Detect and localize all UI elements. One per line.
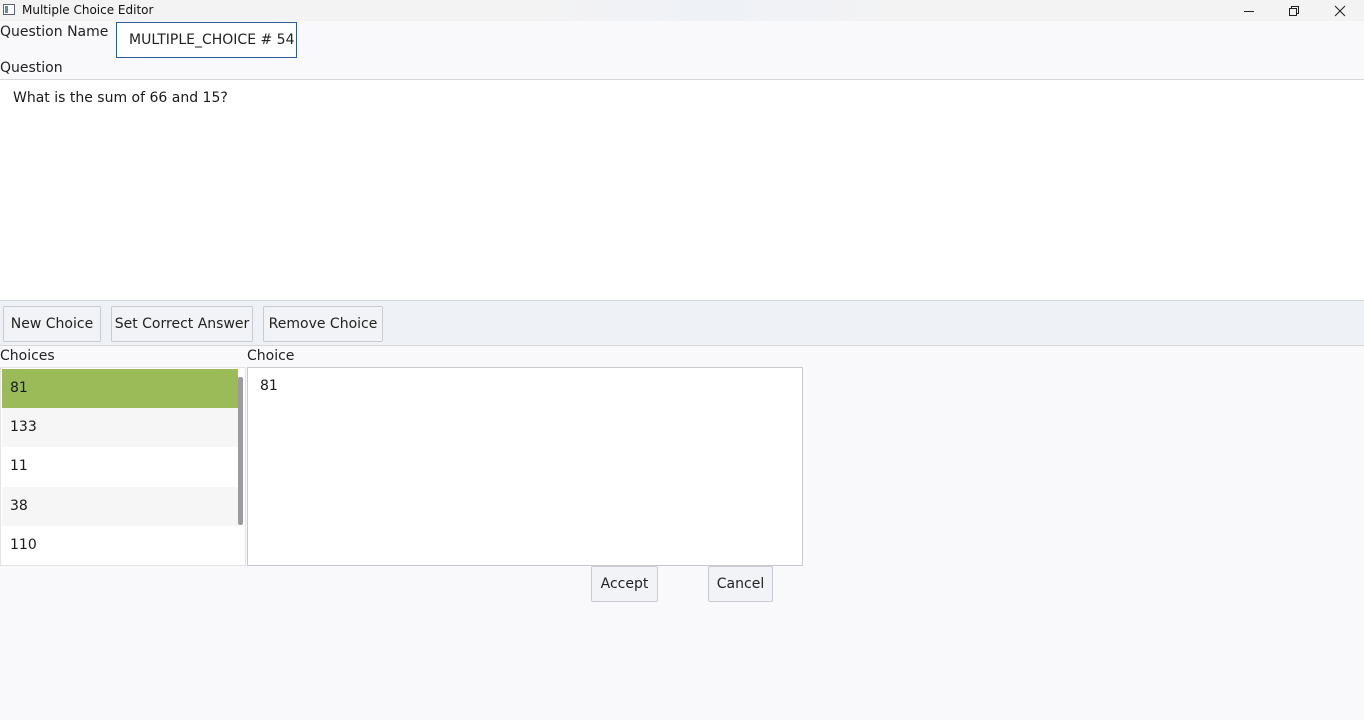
window-title: Multiple Choice Editor (22, 3, 154, 17)
question-name-label: Question Name (0, 24, 109, 40)
choice-list-item[interactable]: 133 (2, 408, 238, 447)
cancel-button[interactable]: Cancel (708, 566, 773, 602)
question-text: What is the sum of 66 and 15? (13, 90, 228, 106)
choice-list-item[interactable]: 110 (2, 526, 238, 565)
remove-choice-button[interactable]: Remove Choice (263, 306, 383, 342)
choices-scrollbar[interactable] (238, 377, 243, 525)
accept-button[interactable]: Accept (591, 566, 658, 602)
choice-list-item-selected[interactable]: 81 (2, 369, 238, 408)
app-icon (3, 4, 15, 15)
choices-label: Choices (0, 348, 55, 364)
choice-textarea[interactable] (247, 367, 803, 566)
choice-list-item[interactable]: 38 (2, 487, 238, 526)
choice-text: 81 (260, 378, 278, 394)
choice-label: Choice (247, 348, 295, 364)
restore-icon (1289, 5, 1299, 16)
minimize-button[interactable] (1226, 0, 1272, 21)
close-icon (1334, 5, 1346, 16)
question-name-input[interactable]: MULTIPLE_CHOICE # 54 (116, 22, 297, 58)
minimize-icon (1244, 10, 1254, 12)
restore-button[interactable] (1271, 0, 1317, 21)
question-textarea[interactable] (0, 79, 1364, 301)
new-choice-button[interactable]: New Choice (3, 306, 101, 342)
choice-list-item[interactable]: 11 (2, 447, 238, 486)
set-correct-answer-button[interactable]: Set Correct Answer (111, 306, 253, 342)
question-label: Question (0, 60, 63, 76)
title-bar (0, 0, 1364, 21)
choices-list[interactable]: 81 133 11 38 110 (0, 367, 246, 566)
close-button[interactable] (1317, 0, 1363, 21)
